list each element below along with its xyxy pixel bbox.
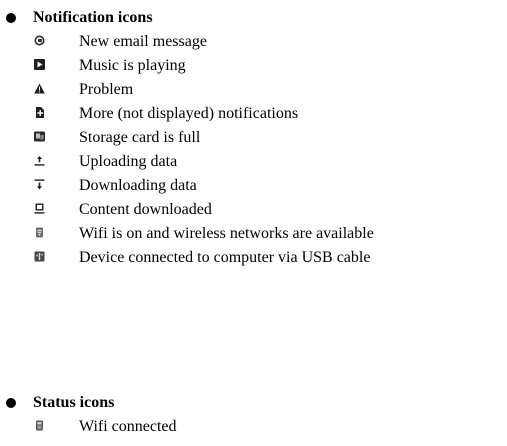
list-item: Music is playing [0,55,507,79]
icon-list: New email message Music is playing Probl… [0,31,507,271]
more-plus-icon [34,107,45,118]
wifi-connected-icon [34,420,45,431]
icon-list: Wifi connected [0,416,507,440]
storage-card-icon [34,131,45,142]
item-label: Content downloaded [79,201,212,218]
bullet-icon [6,398,16,408]
item-label: Music is playing [79,57,186,74]
notification-icons-section: Notification icons New email message Mus… [0,7,507,271]
music-play-icon [34,59,45,70]
warning-triangle-icon [34,83,45,94]
list-item: Storage card is full [0,127,507,151]
item-label: More (not displayed) notifications [79,105,299,122]
list-item: Device connected to computer via USB cab… [0,247,507,271]
wifi-available-icon [34,227,45,238]
item-label: Downloading data [79,177,197,194]
list-item: Downloading data [0,175,507,199]
content-downloaded-icon [34,203,45,214]
item-label: Wifi connected [79,418,177,435]
list-item: Content downloaded [0,199,507,223]
list-item: More (not displayed) notifications [0,103,507,127]
email-at-icon [34,35,45,46]
section-header: Status icons [0,392,507,416]
item-label: Problem [79,81,134,98]
list-item: Wifi is on and wireless networks are ava… [0,223,507,247]
section-title: Status icons [33,394,115,411]
list-item: Uploading data [0,151,507,175]
item-label: Device connected to computer via USB cab… [79,249,371,266]
download-icon [34,179,45,190]
usb-connected-icon [34,251,45,262]
list-item: Problem [0,79,507,103]
bullet-icon [6,13,16,23]
list-item: Wifi connected [0,416,507,440]
item-label: Wifi is on and wireless networks are ava… [79,225,374,242]
item-label: New email message [79,33,207,50]
upload-icon [34,155,45,166]
section-header: Notification icons [0,7,507,31]
status-icons-section: Status icons Wifi connected [0,392,507,440]
item-label: Uploading data [79,153,178,170]
item-label: Storage card is full [79,129,201,146]
list-item: New email message [0,31,507,55]
section-title: Notification icons [33,9,153,26]
